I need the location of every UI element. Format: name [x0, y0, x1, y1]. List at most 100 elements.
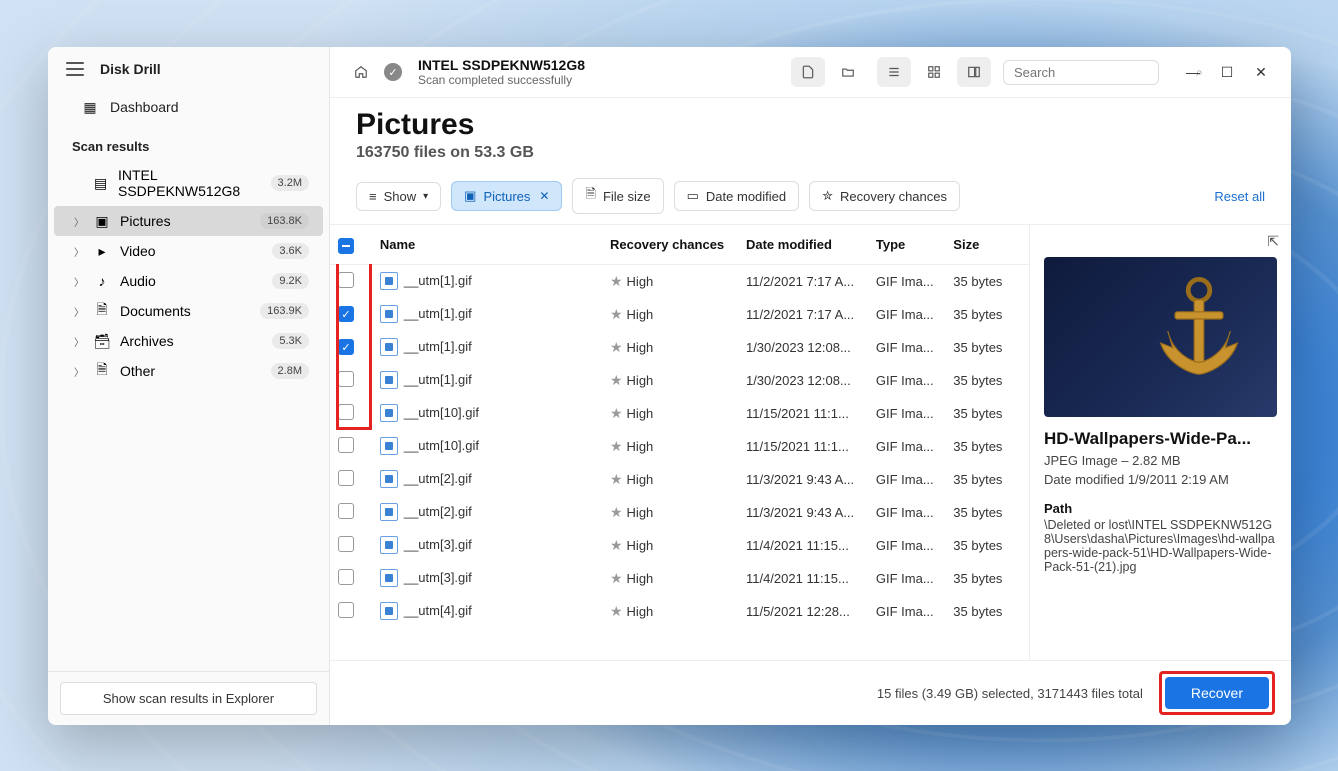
table-row[interactable]: __utm[2].gif★High11/3/2021 9:43 A...GIF … — [330, 496, 1029, 529]
table-row[interactable]: __utm[2].gif★High11/3/2021 9:43 A...GIF … — [330, 463, 1029, 496]
status-check-icon: ✓ — [384, 63, 402, 81]
table-row[interactable]: ✓__utm[1].gif★High1/30/2023 12:08...GIF … — [330, 331, 1029, 364]
home-icon[interactable] — [346, 57, 376, 87]
sidebar-item-dashboard[interactable]: ▦ Dashboard — [48, 91, 329, 123]
row-checkbox[interactable] — [338, 503, 354, 519]
file-icon — [380, 602, 398, 620]
minimize-button[interactable]: — — [1179, 58, 1207, 86]
row-checkbox[interactable] — [338, 569, 354, 585]
row-checkbox[interactable] — [338, 602, 354, 618]
filter-date-modified[interactable]: ▭ Date modified — [674, 181, 800, 211]
app-title: Disk Drill — [100, 61, 161, 77]
count-badge: 163.8K — [260, 213, 309, 229]
filter-show[interactable]: ≡ Show ▾ — [356, 182, 441, 211]
search-box[interactable]: ⌕ — [1003, 60, 1159, 85]
col-type[interactable]: Type — [868, 225, 945, 265]
count-badge: 3.6K — [272, 243, 309, 259]
recovery-chance: High — [627, 439, 654, 454]
file-name: __utm[3].gif — [404, 570, 472, 585]
file-name: __utm[1].gif — [404, 306, 472, 321]
sidebar-item-video[interactable]: 〉▸Video3.6K — [54, 236, 323, 266]
row-checkbox[interactable] — [338, 437, 354, 453]
sidebar-item-label: Documents — [120, 303, 191, 319]
col-size[interactable]: Size — [945, 225, 1029, 265]
filter-pictures[interactable]: ▣ Pictures ✕ — [451, 181, 562, 211]
maximize-button[interactable]: ☐ — [1213, 58, 1241, 86]
table-row[interactable]: __utm[1].gif★High11/2/2021 7:17 A...GIF … — [330, 265, 1029, 298]
star-icon: ★ — [610, 570, 623, 586]
view-grid-icon[interactable] — [917, 57, 951, 87]
file-size: 35 bytes — [945, 364, 1029, 397]
table-row[interactable]: __utm[4].gif★High11/5/2021 12:28...GIF I… — [330, 595, 1029, 628]
date-modified: 11/2/2021 7:17 A... — [738, 265, 868, 298]
reset-all-link[interactable]: Reset all — [1214, 189, 1265, 204]
recovery-chance: High — [627, 472, 654, 487]
file-size: 35 bytes — [945, 298, 1029, 331]
row-checkbox[interactable] — [338, 404, 354, 420]
row-checkbox[interactable]: ✓ — [338, 339, 354, 355]
filter-datemod-label: Date modified — [706, 189, 786, 204]
popout-icon[interactable]: ⇱ — [1267, 233, 1279, 250]
table-row[interactable]: __utm[10].gif★High11/15/2021 11:1...GIF … — [330, 430, 1029, 463]
file-size: 35 bytes — [945, 463, 1029, 496]
show-in-explorer-button[interactable]: Show scan results in Explorer — [60, 682, 317, 715]
table-row[interactable]: ✓__utm[1].gif★High11/2/2021 7:17 A...GIF… — [330, 298, 1029, 331]
search-input[interactable] — [1014, 65, 1190, 80]
view-folder-icon[interactable] — [831, 57, 865, 87]
filter-recovery-chances[interactable]: ✮ Recovery chances — [809, 181, 960, 211]
file-size: 35 bytes — [945, 331, 1029, 364]
scan-status: Scan completed successfully — [418, 73, 585, 87]
row-checkbox[interactable] — [338, 272, 354, 288]
category-icon: 🗎 — [94, 303, 110, 319]
table-row[interactable]: __utm[1].gif★High1/30/2023 12:08...GIF I… — [330, 364, 1029, 397]
filter-filesize-label: File size — [603, 189, 651, 204]
file-type: GIF Ima... — [868, 496, 945, 529]
page-subtitle: 163750 files on 53.3 GB — [356, 144, 1265, 162]
col-name[interactable]: Name — [372, 225, 602, 265]
col-recovery-chances[interactable]: Recovery chances — [602, 225, 738, 265]
file-icon — [380, 338, 398, 356]
menu-icon[interactable] — [66, 62, 84, 76]
file-icon — [380, 305, 398, 323]
anchor-icon — [1139, 271, 1259, 391]
table-row[interactable]: __utm[3].gif★High11/4/2021 11:15...GIF I… — [330, 562, 1029, 595]
sidebar-item-audio[interactable]: 〉♪Audio9.2K — [54, 266, 323, 296]
sidebar-section-label: Scan results — [48, 129, 329, 160]
file-name: __utm[10].gif — [404, 438, 479, 453]
sidebar-item-other[interactable]: 〉🗎Other2.8M — [54, 356, 323, 386]
view-preview-icon[interactable] — [957, 57, 991, 87]
recovery-chance: High — [627, 604, 654, 619]
row-checkbox[interactable] — [338, 470, 354, 486]
file-icon — [380, 470, 398, 488]
sidebar-item-intel-ssdpeknw512g8[interactable]: ▤INTEL SSDPEKNW512G83.2M — [54, 160, 323, 206]
recover-button[interactable]: Recover — [1165, 677, 1269, 709]
clear-icon[interactable]: ✕ — [539, 189, 549, 203]
count-badge: 2.8M — [271, 363, 309, 379]
table-row[interactable]: __utm[3].gif★High11/4/2021 11:15...GIF I… — [330, 529, 1029, 562]
recovery-chance: High — [627, 505, 654, 520]
file-type: GIF Ima... — [868, 430, 945, 463]
filter-filesize[interactable]: 🗎 File size — [572, 178, 663, 214]
file-type: GIF Ima... — [868, 265, 945, 298]
table-row[interactable]: __utm[10].gif★High11/15/2021 11:1...GIF … — [330, 397, 1029, 430]
device-name: INTEL SSDPEKNW512G8 — [418, 57, 585, 73]
date-modified: 11/3/2021 9:43 A... — [738, 463, 868, 496]
select-all-checkbox[interactable] — [338, 238, 354, 254]
star-icon: ★ — [610, 603, 623, 619]
row-checkbox[interactable] — [338, 536, 354, 552]
row-checkbox[interactable] — [338, 371, 354, 387]
sidebar-item-documents[interactable]: 〉🗎Documents163.9K — [54, 296, 323, 326]
row-checkbox[interactable]: ✓ — [338, 306, 354, 322]
file-type: GIF Ima... — [868, 463, 945, 496]
preview-filename: HD-Wallpapers-Wide-Pa... — [1044, 429, 1277, 449]
close-button[interactable]: ✕ — [1247, 58, 1275, 86]
chevron-right-icon: 〉 — [74, 364, 84, 379]
sidebar-item-archives[interactable]: 〉🗃Archives5.3K — [54, 326, 323, 356]
chevron-down-icon: ▾ — [423, 191, 428, 202]
view-file-icon[interactable] — [791, 57, 825, 87]
view-list-icon[interactable] — [877, 57, 911, 87]
annotation-recover-highlight: Recover — [1159, 671, 1275, 715]
sidebar-item-pictures[interactable]: 〉▣Pictures163.8K — [54, 206, 323, 236]
star-icon: ★ — [610, 504, 623, 520]
col-date-modified[interactable]: Date modified — [738, 225, 868, 265]
